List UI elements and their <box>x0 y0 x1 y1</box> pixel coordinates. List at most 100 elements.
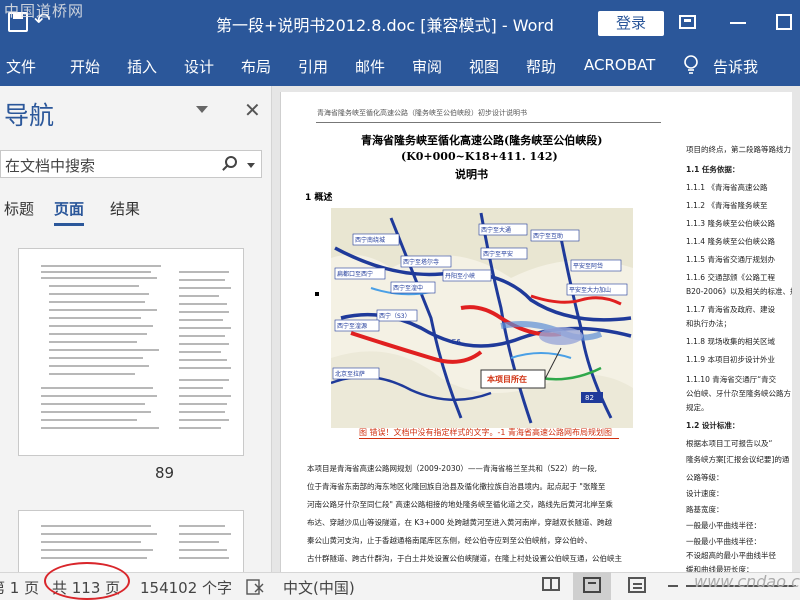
right-column-line: 1.1.8 现场收集的相关区域 <box>686 337 775 346</box>
chevron-down-icon[interactable] <box>196 106 208 113</box>
project-location-label: 本项目所在 <box>486 374 527 384</box>
map-label: 扁都口至西宁 <box>337 270 373 278</box>
right-column-line: 隆务峡方案[汇报会议纪要]的通 <box>686 455 790 464</box>
tell-me-search[interactable]: 告诉我 <box>713 56 758 77</box>
proofing-icon[interactable] <box>246 579 264 595</box>
document-page[interactable]: 青海省隆务峡至循化高速公路（隆务峡至公伯峡段）初步设计说明书 青海省隆务峡至循化… <box>280 92 800 572</box>
body-paragraph-line: 位于青海省东南部的海东地区化隆回族自治县及循化撒拉族自治县境内。起点起于 "张隆… <box>307 482 606 491</box>
tab-pages[interactable]: 页面 <box>54 198 84 219</box>
body-paragraph-line: 古什群隧道、跨古什群沟，于白土井处设置公伯峡隧道，在隆上村处设置公伯峡互通，公伯… <box>307 554 622 563</box>
tab-acrobat[interactable]: ACROBAT <box>584 56 655 74</box>
page-thumbnail[interactable] <box>18 248 244 456</box>
body-paragraph-line: 布达、穿越沙瓜山等设隧道，在 K3+000 处跨越黄河至进入黄河南岸，穿越双长隧… <box>307 518 613 527</box>
search-icon[interactable] <box>225 156 237 168</box>
maximize-icon[interactable] <box>776 14 792 30</box>
tab-help[interactable]: 帮助 <box>526 56 556 77</box>
active-tab-indicator <box>54 223 84 226</box>
right-column-line: 一般最小平曲线半径： <box>686 521 761 530</box>
site-watermark: 中国道桥网 <box>4 2 85 20</box>
tab-view[interactable]: 视图 <box>469 56 499 77</box>
map-label: 西宁至湟源 <box>337 322 367 330</box>
document-subtitle: 说明书 <box>455 168 488 181</box>
tab-headings[interactable]: 标题 <box>4 198 34 219</box>
login-button[interactable]: 登录 <box>598 11 664 36</box>
right-column-line: 和执行办法； <box>686 319 731 328</box>
right-column-heading: 1.1 任务依据： <box>686 165 740 174</box>
right-column-line: 根据本项目工可报告以及“ <box>686 439 773 448</box>
right-column-line: 1.1.10 青海省交通厅“青交 <box>686 375 777 384</box>
right-column-line: 1.1.1 《青海省高速公路 <box>686 183 768 192</box>
read-mode-icon[interactable] <box>542 577 560 591</box>
right-column-line: 规定。 <box>686 403 709 412</box>
right-column-line: 不设超高的最小平曲线半径 <box>686 551 776 560</box>
document-heading: 青海省隆务峡至循化高速公路(隆务峡至公伯峡段) <box>361 134 603 147</box>
map-label: 平安至大力加山 <box>569 286 611 294</box>
right-column-line: 缓和曲线最短长度： <box>686 565 754 572</box>
map-label: 丹阳至小峡 <box>445 272 475 280</box>
map-label: 西宁至大通 <box>481 226 511 234</box>
tab-design[interactable]: 设计 <box>184 56 214 77</box>
navigation-pane: 导航 ✕ 在文档中搜索 标题 页面 结果 89 <box>0 86 272 580</box>
tab-review[interactable]: 审阅 <box>412 56 442 77</box>
document-subheading: (K0+000~K18+411. 142) <box>401 150 558 163</box>
ribbon-tabs: 文件 开始 插入 设计 布局 引用 邮件 审阅 视图 帮助 ACROBAT 告诉… <box>0 46 800 86</box>
ribbon-display-options-icon[interactable] <box>679 15 696 29</box>
right-column-line: 1.1.7 青海省及政府、建设 <box>686 305 775 314</box>
tab-layout[interactable]: 布局 <box>241 56 271 77</box>
map-label: 西宁至互助 <box>533 232 563 240</box>
right-column-line: 1.1.2 《青海省隆务峡至 <box>686 201 768 210</box>
lightbulb-icon[interactable] <box>683 54 699 76</box>
web-layout-icon[interactable] <box>628 577 646 593</box>
thumbnail-page-number: 89 <box>155 464 175 482</box>
search-options-icon[interactable] <box>247 163 255 168</box>
close-icon[interactable]: ✕ <box>244 98 261 122</box>
navigation-title: 导航 <box>4 101 55 130</box>
right-column-line: 项目的终点，第二段路等路线力 <box>686 145 791 154</box>
right-column-line: 1.1.4 隆务峡至公伯峡公路 <box>686 237 775 246</box>
site-watermark: www.cndao.com <box>694 572 800 591</box>
map-label: G6 <box>451 338 461 346</box>
minimize-icon[interactable] <box>730 22 746 24</box>
document-title: 第一段+说明书2012.8.doc [兼容模式] - Word <box>216 16 554 35</box>
right-column-heading: 1.2 设计标准： <box>686 421 740 430</box>
language-indicator[interactable]: 中文(中国) <box>283 577 355 598</box>
map-label: 平安至阿岱 <box>573 262 603 270</box>
map-label: 北京至拉萨 <box>335 370 365 378</box>
tab-insert[interactable]: 插入 <box>127 56 157 77</box>
document-area[interactable]: 青海省隆务峡至循化高速公路（隆务峡至公伯峡段）初步设计说明书 青海省隆务峡至循化… <box>272 86 800 572</box>
tab-home[interactable]: 开始 <box>70 56 100 77</box>
map-label: 西宁至塔尔寺 <box>403 258 439 266</box>
navigation-search-input[interactable]: 在文档中搜索 <box>0 150 262 178</box>
caption-underline <box>359 438 619 439</box>
right-column-line: 一般最小平曲线半径： <box>686 537 761 546</box>
map-label: 西宁南绕城 <box>355 236 385 244</box>
map-label: 西宁至湟中 <box>393 284 423 292</box>
print-layout-icon[interactable] <box>583 577 601 593</box>
right-column-line: B20-2006》以及相关的标准、规 <box>686 287 798 296</box>
map-label: 82 <box>585 394 594 402</box>
zoom-out-icon[interactable] <box>668 585 678 587</box>
paragraph-mark <box>315 292 319 296</box>
tab-mailings[interactable]: 邮件 <box>355 56 385 77</box>
page-current[interactable]: 第 1 页 <box>0 577 39 598</box>
tab-references[interactable]: 引用 <box>298 56 328 77</box>
word-count[interactable]: 154102 个字 <box>140 577 232 598</box>
section-heading: 1 概述 <box>305 193 333 203</box>
figure-caption: 图 错误！文档中没有指定样式的文字。-1 青海省高速公路网布局规划图 <box>359 428 613 437</box>
tab-results[interactable]: 结果 <box>110 198 140 219</box>
vertical-scrollbar[interactable] <box>792 86 800 572</box>
highway-network-map[interactable]: 西宁南绕城 西宁至大通 西宁至互助 西宁至塔尔寺 扁都口至西宁 西宁至平安 丹阳… <box>331 208 633 428</box>
title-bar: ↶ 中国道桥网 第一段+说明书2012.8.doc [兼容模式] - Word … <box>0 0 800 46</box>
right-column-line: 1.1.9 本项目初步设计外业 <box>686 355 775 364</box>
tab-file[interactable]: 文件 <box>6 56 36 77</box>
right-column-line: 路基宽度： <box>686 505 724 514</box>
right-column-line: 1.1.5 青海省交通厅规划办 <box>686 255 775 264</box>
body-paragraph-line: 秦公山黄河支沟，止于香越通格南尾库区东侧，经公伯寺应到至公伯峡前，穿公伯岭、 <box>307 536 592 545</box>
search-placeholder: 在文档中搜索 <box>5 157 96 175</box>
right-column-line: 1.1.6 交通部颁《公路工程 <box>686 273 775 282</box>
page-count-highlight <box>44 562 130 600</box>
page-header: 青海省隆务峡至循化高速公路（隆务峡至公伯峡段）初步设计说明书 <box>317 109 527 117</box>
header-divider <box>316 122 661 123</box>
right-column-line: 公伯峡、牙什尕至隆务峡公路方 <box>686 389 791 398</box>
right-column-line: 1.1.3 隆务峡至公伯峡公路 <box>686 219 775 228</box>
